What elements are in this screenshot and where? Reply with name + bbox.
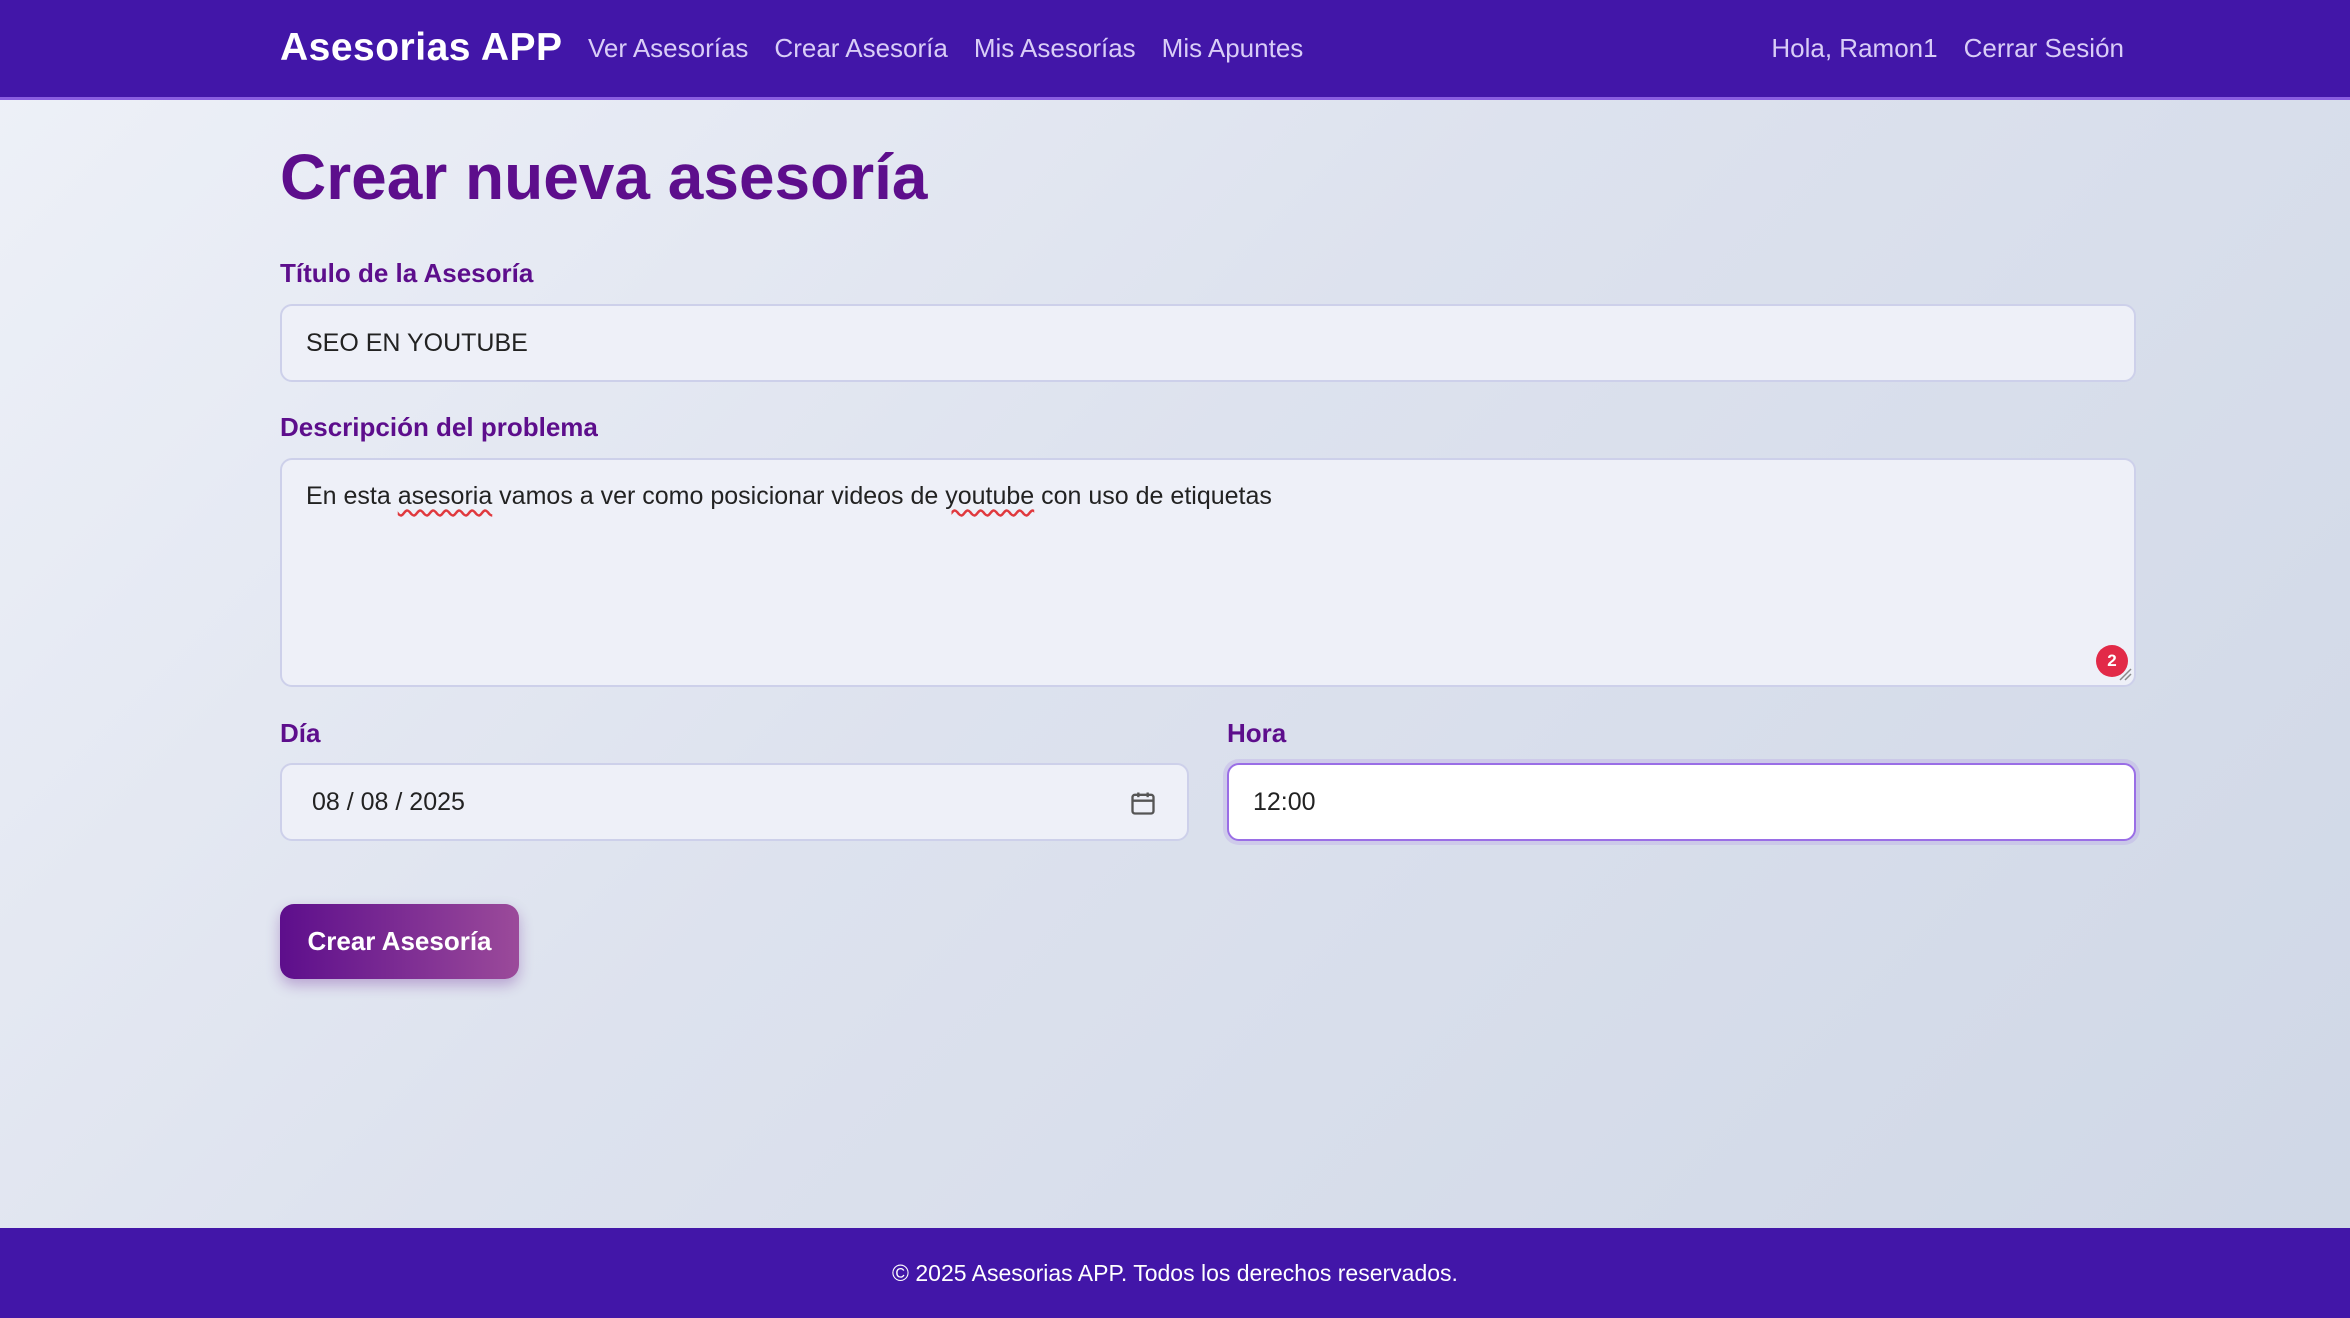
page-title: Crear nueva asesoría [280,141,928,213]
day-value: 08 / 08 / 2025 [312,787,465,816]
description-label: Descripción del problema [280,412,598,442]
title-input[interactable] [280,304,2136,382]
description-part: con uso de etiquetas [1034,482,1272,510]
day-date-input[interactable]: 08 / 08 / 2025 [280,763,1189,841]
footer-copyright: © 2025 Asesorias APP. Todos los derechos… [892,1259,1458,1286]
misspelled-word: asesoria [397,482,493,510]
nav-link-ver-asesorias[interactable]: Ver Asesorías [588,33,748,64]
logout-link[interactable]: Cerrar Sesión [1964,33,2124,64]
app-brand[interactable]: Asesorias APP [280,26,563,70]
user-greeting: Hola, Ramon1 [1771,33,1938,63]
top-navbar: Asesorias APP Ver Asesorías Crear Asesor… [0,0,2350,100]
description-text: En esta asesoria vamos a ver como posici… [306,482,1272,511]
create-asesoria-button[interactable]: Crear Asesoría [280,904,519,979]
misspelled-word: youtube [945,482,1035,510]
description-part: vamos a ver como posicionar videos de [492,482,946,510]
footer: © 2025 Asesorias APP. Todos los derechos… [0,1228,2350,1318]
resize-grip-icon[interactable] [2116,665,2132,681]
hour-time-input[interactable]: 12:00 [1227,763,2136,841]
user-area: Hola, Ramon1 Cerrar Sesión [1771,33,2124,64]
day-label: Día [280,718,321,748]
hour-value: 12:00 [1253,787,1316,816]
nav-link-mis-apuntes[interactable]: Mis Apuntes [1162,33,1304,64]
nav-link-mis-asesorias[interactable]: Mis Asesorías [974,33,1136,64]
nav-links: Ver Asesorías Crear Asesoría Mis Asesorí… [588,33,1303,64]
hour-label: Hora [1227,718,1287,748]
title-label: Título de la Asesoría [280,258,534,288]
calendar-icon[interactable] [1129,789,1157,817]
nav-link-crear-asesoria[interactable]: Crear Asesoría [774,33,947,64]
description-part: En esta [306,482,398,510]
